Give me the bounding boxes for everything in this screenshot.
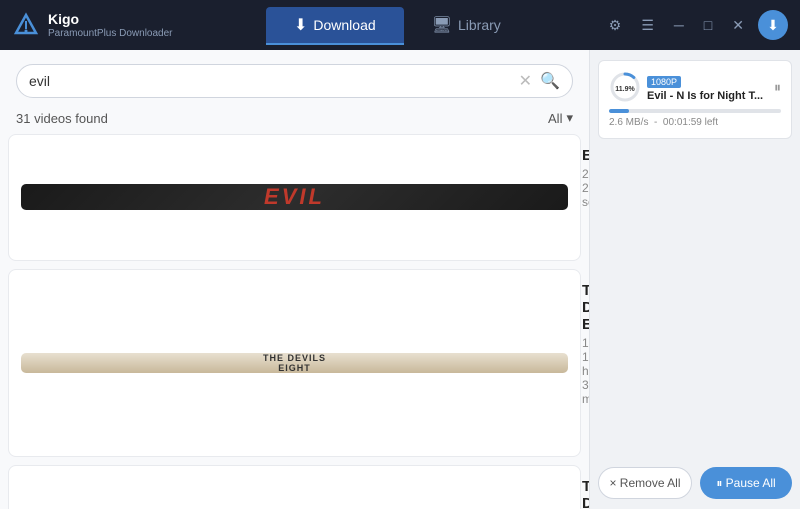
search-bar: ✕ 🔍: [0, 50, 589, 106]
search-input-wrap: ✕ 🔍: [16, 64, 573, 98]
library-tab-icon: 🖥: [432, 15, 452, 35]
tab-library[interactable]: 🖥 Library: [404, 7, 529, 43]
filter-all-label: All: [548, 111, 562, 126]
list-item: THE DEVIL'S PARTY The Devil's Party 1938…: [8, 465, 581, 509]
download-progress-bar: [609, 109, 781, 113]
search-clear-icon[interactable]: ✕: [519, 71, 532, 91]
download-item-card: 11.9% 1080P Evil - N Is for Night T... ⏸…: [598, 60, 792, 139]
download-item-header: 11.9% 1080P Evil - N Is for Night T... ⏸: [609, 71, 781, 103]
download-item-info: 1080P Evil - N Is for Night T...: [647, 72, 768, 102]
left-panel: ✕ 🔍 31 videos found All ▾ EVIL Evil: [0, 50, 590, 509]
pause-all-button[interactable]: ⏸ Pause All: [700, 467, 792, 499]
list-item: THE DEVILSEIGHT The Devil's Eight 1969 1…: [8, 269, 581, 458]
video-list: EVIL Evil 2019 2 seasons When the Cathol…: [0, 134, 589, 509]
remove-all-button[interactable]: × Remove All: [598, 467, 692, 499]
title-bar-controls: ⚙ ☰ ─ □ ✕ ⬇: [603, 10, 788, 40]
results-count: 31 videos found: [16, 111, 108, 126]
right-panel: 11.9% 1080P Evil - N Is for Night T... ⏸…: [590, 50, 800, 509]
svg-text:11.9%: 11.9%: [615, 86, 635, 93]
nav-tabs: ⬇ Download 🖥 Library: [192, 7, 603, 43]
close-button[interactable]: ✕: [726, 13, 750, 38]
chevron-down-icon: ▾: [566, 110, 573, 126]
app-subtitle: ParamountPlus Downloader: [48, 28, 173, 39]
filter-bar: 31 videos found All ▾: [0, 106, 589, 134]
library-tab-label: Library: [458, 17, 501, 33]
tab-download[interactable]: ⬇ Download: [266, 7, 404, 43]
video-thumbnail: EVIL: [21, 184, 568, 210]
video-thumbnail: THE DEVILSEIGHT: [21, 353, 568, 373]
download-stats: 2.6 MB/s - 00:01:59 left: [609, 117, 781, 128]
download-time-left: 00:01:59 left: [663, 117, 718, 128]
video-year: 1969: [582, 336, 589, 350]
list-item: EVIL Evil 2019 2 seasons When the Cathol…: [8, 134, 581, 261]
video-duration: 2 seasons: [582, 181, 589, 209]
search-input[interactable]: [29, 73, 511, 89]
app-title: Kigo: [48, 11, 173, 28]
search-icon[interactable]: 🔍: [540, 71, 560, 91]
pause-item-button[interactable]: ⏸: [774, 79, 781, 96]
app-logo: [12, 11, 40, 39]
title-bar: Kigo ParamountPlus Downloader ⬇ Download…: [0, 0, 800, 50]
download-title: Evil - N Is for Night T...: [647, 90, 768, 102]
filter-all-dropdown[interactable]: All ▾: [548, 110, 573, 126]
maximize-button[interactable]: □: [698, 13, 718, 37]
quality-badge: 1080P: [647, 76, 681, 88]
logo-area: Kigo ParamountPlus Downloader: [12, 11, 192, 39]
download-tab-icon: ⬇: [294, 15, 307, 35]
video-year: 2019: [582, 167, 589, 181]
settings-button[interactable]: ⚙: [603, 13, 628, 38]
main-content: ✕ 🔍 31 videos found All ▾ EVIL Evil: [0, 50, 800, 509]
download-circle-button[interactable]: ⬇: [758, 10, 788, 40]
download-tab-label: Download: [313, 17, 375, 33]
download-progress-fill: [609, 109, 629, 113]
video-duration: 1 hour 38 mins: [582, 350, 589, 406]
progress-circle: 11.9%: [609, 71, 641, 103]
menu-button[interactable]: ☰: [635, 13, 660, 38]
minimize-button[interactable]: ─: [668, 13, 690, 37]
bottom-buttons: × Remove All ⏸ Pause All: [598, 459, 792, 499]
download-speed: 2.6 MB/s: [609, 117, 648, 128]
